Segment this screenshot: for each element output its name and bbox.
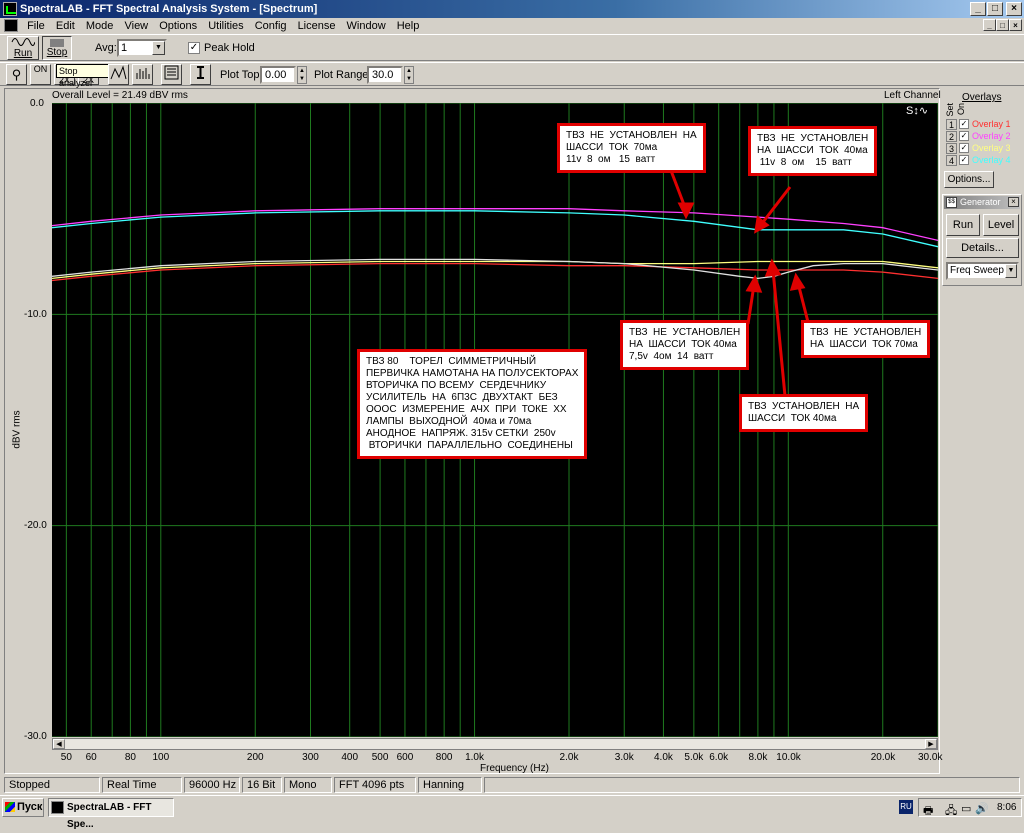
- status-fft-size: FFT 4096 pts: [334, 777, 416, 793]
- annotation-5: ТВЗ УСТАНОВЛЕН НА ШАССИ ТОК 40ма: [739, 394, 869, 432]
- system-tray: 🖶 🖧 ▭ 🔊 8:06: [918, 798, 1022, 817]
- x-tick-label: 10.0k: [776, 752, 801, 763]
- x-tick-label: 400: [341, 752, 359, 763]
- x-tick-label: 600: [396, 752, 414, 763]
- status-mode: Real Time: [102, 777, 182, 793]
- generator-details-button[interactable]: Details...: [946, 238, 1019, 258]
- x-tick-label: 5.0k: [684, 752, 704, 763]
- overlay-name: Overlay 3: [972, 143, 1011, 153]
- status-empty: [484, 777, 1020, 793]
- overlay-row[interactable]: 1 ✓ Overlay 1: [944, 119, 1020, 131]
- generator-mode-select[interactable]: Freq Sweep ▼: [946, 262, 1019, 280]
- overlay-row[interactable]: 2 ✓ Overlay 2: [944, 131, 1020, 143]
- generator-titlebar: $$ Generator ×: [944, 196, 1020, 209]
- generator-run-button[interactable]: Run: [946, 214, 980, 236]
- taskbar-app-label: SpectraLAB - FFT Spe...: [67, 802, 152, 830]
- generator-mode-value: Freq Sweep: [950, 265, 1004, 276]
- overlay-set-button[interactable]: 4: [946, 155, 957, 166]
- x-axis-label: Frequency (Hz): [480, 763, 549, 774]
- overlay-row[interactable]: 3 ✓ Overlay 3: [944, 143, 1020, 155]
- overlay-name: Overlay 1: [972, 119, 1011, 129]
- x-tick-label: 4.0k: [653, 752, 673, 763]
- x-tick-label: 3.0k: [614, 752, 634, 763]
- x-tick-label: 80: [124, 752, 136, 763]
- x-tick-label: 60: [85, 752, 97, 763]
- x-tick-label: 20.0k: [870, 752, 896, 763]
- scroll-right-icon[interactable]: ▶: [925, 739, 937, 749]
- overlay-row[interactable]: 4 ✓ Overlay 4: [944, 155, 1020, 167]
- status-sample-rate: 96000 Hz: [184, 777, 240, 793]
- x-tick-label: 100: [152, 752, 170, 763]
- status-channels: Mono: [284, 777, 332, 793]
- start-button[interactable]: Пуск: [2, 798, 44, 817]
- language-indicator[interactable]: RU: [899, 800, 913, 814]
- status-state: Stopped: [4, 777, 100, 793]
- clock: 8:06: [997, 802, 1017, 813]
- status-window: Hanning: [418, 777, 482, 793]
- x-tick-label: 500: [371, 752, 389, 763]
- overlays-title: Overlays: [962, 92, 1002, 103]
- scroll-left-icon[interactable]: ◀: [53, 739, 65, 749]
- annotation-2: ТВЗ НЕ УСТАНОВЛЕН НА ШАССИ ТОК 40ма 11v …: [748, 126, 878, 176]
- overlay-on-checkbox[interactable]: ✓: [959, 143, 969, 153]
- generator-level-button[interactable]: Level: [983, 214, 1019, 236]
- overlay-options-button[interactable]: Options...: [944, 171, 994, 188]
- x-tick-label: 1.0k: [465, 752, 484, 763]
- x-tick-label: 30.0k: [918, 752, 943, 763]
- x-tick-label: 2.0k: [559, 752, 579, 763]
- annotation-3: ТВЗ НЕ УСТАНОВЛЕН НА ШАССИ ТОК 40ма 7,5v…: [620, 320, 750, 370]
- overlay-name: Overlay 2: [972, 131, 1011, 141]
- annotation-4: ТВЗ НЕ УСТАНОВЛЕН НА ШАССИ ТОК 70ма: [801, 320, 931, 358]
- app-icon: [51, 801, 64, 814]
- taskbar-app-button[interactable]: SpectraLAB - FFT Spe...: [48, 798, 174, 830]
- speaker-icon[interactable]: 🔊: [975, 802, 989, 815]
- overlay-set-button[interactable]: 1: [946, 119, 957, 130]
- overlay-name: Overlay 4: [972, 155, 1011, 165]
- x-tick-label: 8.0k: [748, 752, 768, 763]
- printer-icon[interactable]: 🖶: [923, 802, 933, 821]
- overlay-on-checkbox[interactable]: ✓: [959, 119, 969, 129]
- overlay-on-checkbox[interactable]: ✓: [959, 131, 969, 141]
- monitor-icon[interactable]: ▭: [961, 802, 971, 815]
- overlays-set-label: Set: [945, 103, 955, 117]
- overlay-set-button[interactable]: 3: [946, 143, 957, 154]
- plot-mode-icon[interactable]: S↕∿: [906, 104, 938, 124]
- x-tick-label: 300: [302, 752, 319, 763]
- chevron-down-icon[interactable]: ▼: [1005, 264, 1017, 278]
- overlay-on-checkbox[interactable]: ✓: [959, 155, 969, 165]
- generator-icon: $$: [946, 197, 957, 208]
- network-icon[interactable]: 🖧: [945, 802, 957, 821]
- status-bits: 16 Bit: [242, 777, 282, 793]
- overlays-on-label: On: [956, 103, 966, 116]
- overlay-set-button[interactable]: 2: [946, 131, 957, 142]
- windows-logo-icon: [5, 802, 15, 812]
- start-label: Пуск: [17, 801, 43, 813]
- x-tick-label: 800: [435, 752, 453, 763]
- annotation-6: ТВЗ 80 ТОРЕЛ СИММЕТРИЧНЫЙ ПЕРВИЧКА НАМОТ…: [357, 349, 588, 459]
- annotation-1: ТВЗ НЕ УСТАНОВЛЕН НА ШАССИ ТОК 70ма 11v …: [557, 123, 706, 173]
- horizontal-scrollbar[interactable]: ◀ ▶: [52, 738, 938, 750]
- generator-title: Generator: [960, 197, 1001, 207]
- x-tick-label: 50: [60, 752, 72, 763]
- taskbar: Пуск SpectraLAB - FFT Spe... RU 🖶 🖧 ▭ 🔊 …: [0, 795, 1024, 830]
- generator-close-icon[interactable]: ×: [1008, 197, 1019, 207]
- x-tick-label: 6.0k: [709, 752, 729, 763]
- x-tick-label: 200: [246, 752, 264, 763]
